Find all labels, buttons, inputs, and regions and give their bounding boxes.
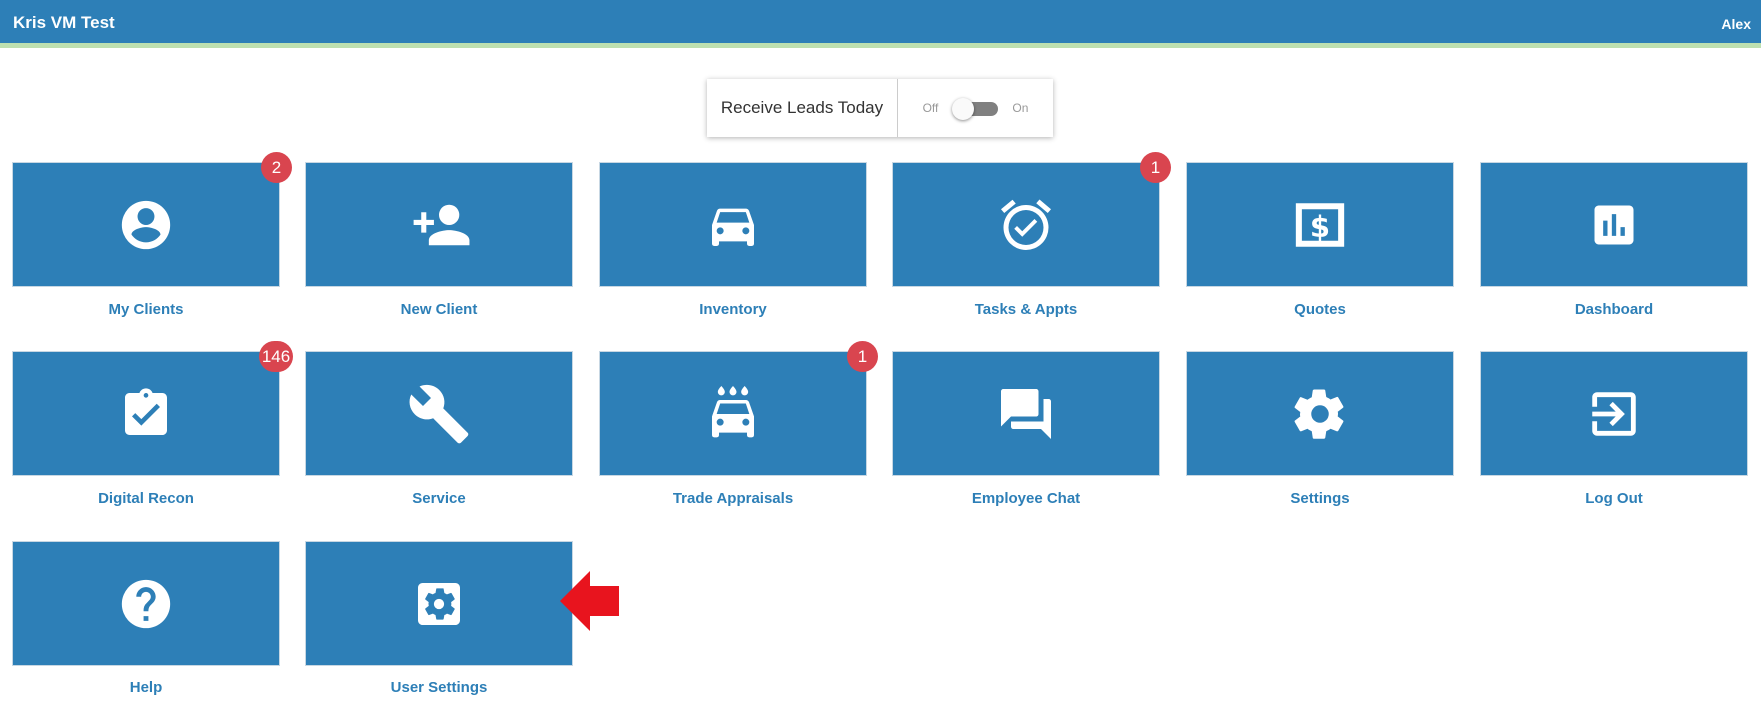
tasks-appts-badge: 1 [1140,152,1171,183]
tile-label-log-out[interactable]: Log Out [1480,490,1748,507]
tile-trade-appraisals[interactable] [599,351,867,476]
tile-tasks-appts[interactable] [892,162,1160,287]
svg-text:$: $ [1310,210,1330,244]
tile-inventory[interactable] [599,162,867,287]
user-name[interactable]: Alex [1721,16,1751,32]
help-icon [121,579,171,628]
gear-icon [1294,389,1344,439]
red-arrow-icon [560,571,619,631]
tile-user-settings[interactable] [305,541,573,666]
tile-label-new-client[interactable]: New Client [305,301,573,318]
app-title: Kris VM Test [13,13,115,32]
tile-settings[interactable] [1186,351,1454,476]
car-wash-icon [712,385,754,437]
exit-icon [1592,391,1636,436]
alarm-check-icon [1001,199,1051,250]
forum-icon [1001,388,1051,439]
account-circle-icon [121,200,171,249]
my-clients-badge: 2 [261,152,292,183]
tile-label-user-settings[interactable]: User Settings [305,679,573,696]
trade-appraisals-badge: 1 [847,341,878,372]
tile-label-service[interactable]: Service [305,490,573,507]
tile-log-out[interactable] [1480,351,1748,476]
toggle-off-label: Off [922,101,939,115]
tile-label-tasks-appts[interactable]: Tasks & Appts [892,301,1160,318]
top-bar: Kris VM Test Alex [0,0,1761,48]
digital-recon-badge: 146 [259,341,293,372]
tile-employee-chat[interactable] [892,351,1160,476]
tile-new-client[interactable] [305,162,573,287]
user-settings-icon [418,582,460,625]
receive-leads-card: Receive Leads Today Off On [707,79,1053,137]
tile-label-inventory[interactable]: Inventory [599,301,867,318]
tile-my-clients[interactable] [12,162,280,287]
toggle-on-label: On [1012,101,1029,115]
wrench-icon [409,384,469,443]
person-add-icon [413,204,470,245]
tile-label-trade-appraisals[interactable]: Trade Appraisals [599,490,867,507]
tile-service[interactable] [305,351,573,476]
clipboard-check-icon [125,387,167,435]
receive-leads-label: Receive Leads Today [707,79,898,137]
money-icon: $ [1295,202,1345,247]
tile-label-my-clients[interactable]: My Clients [12,301,280,318]
tile-quotes[interactable]: $ [1186,162,1454,287]
receive-leads-toggle[interactable] [952,98,999,120]
tile-label-dashboard[interactable]: Dashboard [1480,301,1748,318]
bar-chart-icon [1594,205,1634,244]
tile-label-settings[interactable]: Settings [1186,490,1454,507]
tile-label-help[interactable]: Help [12,679,280,696]
tile-label-quotes[interactable]: Quotes [1186,301,1454,318]
car-icon [712,208,754,246]
tile-label-digital-recon[interactable]: Digital Recon [12,490,280,507]
tile-dashboard[interactable] [1480,162,1748,287]
tile-label-employee-chat[interactable]: Employee Chat [892,490,1160,507]
tile-help[interactable] [12,541,280,666]
tile-digital-recon[interactable] [12,351,280,476]
